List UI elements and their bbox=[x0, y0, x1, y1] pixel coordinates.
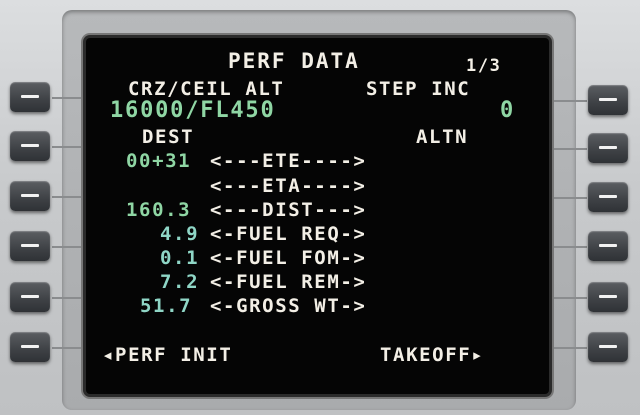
ete-value: 00+31 bbox=[126, 150, 192, 172]
lsk-l3-button[interactable] bbox=[10, 181, 50, 211]
lsk-l2-button[interactable] bbox=[10, 131, 50, 161]
fuel-rem-label: <-FUEL REM-> bbox=[210, 271, 367, 293]
lsk-l3-tick bbox=[52, 196, 86, 198]
lsk-l1-tick bbox=[52, 97, 86, 99]
step-inc-value[interactable]: 0 bbox=[500, 100, 515, 122]
lsk-r1-button[interactable] bbox=[588, 85, 628, 115]
lsk-l5-tick bbox=[52, 297, 86, 299]
lsk-l1-button[interactable] bbox=[10, 82, 50, 112]
dest-label: DEST bbox=[142, 126, 195, 148]
fuel-req-label: <-FUEL REQ-> bbox=[210, 223, 367, 245]
altn-label: ALTN bbox=[416, 126, 469, 148]
lsk-r3-tick bbox=[549, 197, 587, 199]
dist-label: <---DIST---> bbox=[210, 199, 367, 221]
lsk-l6-tick bbox=[52, 347, 86, 349]
lsk-r2-button[interactable] bbox=[588, 133, 628, 163]
takeoff-prompt[interactable]: TAKEOFF▸ bbox=[380, 344, 484, 366]
lsk-l4-button[interactable] bbox=[10, 231, 50, 261]
gross-wt-label: <-GROSS WT-> bbox=[210, 295, 367, 317]
fuel-rem-value: 7.2 bbox=[160, 271, 200, 293]
lsk-l4-tick bbox=[52, 246, 86, 248]
lsk-l5-button[interactable] bbox=[10, 282, 50, 312]
lsk-l6-button[interactable] bbox=[10, 332, 50, 362]
fuel-fom-value: 0.1 bbox=[160, 247, 200, 269]
fuel-req-value: 4.9 bbox=[160, 223, 200, 245]
ete-label: <---ETE----> bbox=[210, 150, 367, 172]
lsk-r6-tick bbox=[549, 347, 587, 349]
lsk-r1-tick bbox=[549, 100, 587, 102]
fuel-fom-label: <-FUEL FOM-> bbox=[210, 247, 367, 269]
lsk-r4-button[interactable] bbox=[588, 231, 628, 261]
eta-label: <---ETA----> bbox=[210, 175, 367, 197]
crz-ceil-value[interactable]: 16000/FL450 bbox=[110, 100, 276, 122]
lsk-r6-button[interactable] bbox=[588, 332, 628, 362]
page-title: PERF DATA bbox=[228, 49, 360, 73]
cdu-display: PERF DATA 1/3 CRZ/CEIL ALT STEP INC 1600… bbox=[86, 38, 549, 394]
step-inc-label: STEP INC bbox=[366, 78, 471, 100]
gross-wt-value: 51.7 bbox=[140, 295, 193, 317]
perf-init-prompt[interactable]: ◂PERF INIT bbox=[102, 344, 232, 366]
lsk-r5-button[interactable] bbox=[588, 282, 628, 312]
lsk-r5-tick bbox=[549, 297, 587, 299]
lsk-r3-button[interactable] bbox=[588, 182, 628, 212]
crz-ceil-label: CRZ/CEIL ALT bbox=[128, 78, 285, 100]
dist-value: 160.3 bbox=[126, 199, 192, 221]
lsk-r4-tick bbox=[549, 246, 587, 248]
page-number: 1/3 bbox=[466, 56, 502, 76]
lsk-r2-tick bbox=[549, 148, 587, 150]
lsk-l2-tick bbox=[52, 146, 86, 148]
